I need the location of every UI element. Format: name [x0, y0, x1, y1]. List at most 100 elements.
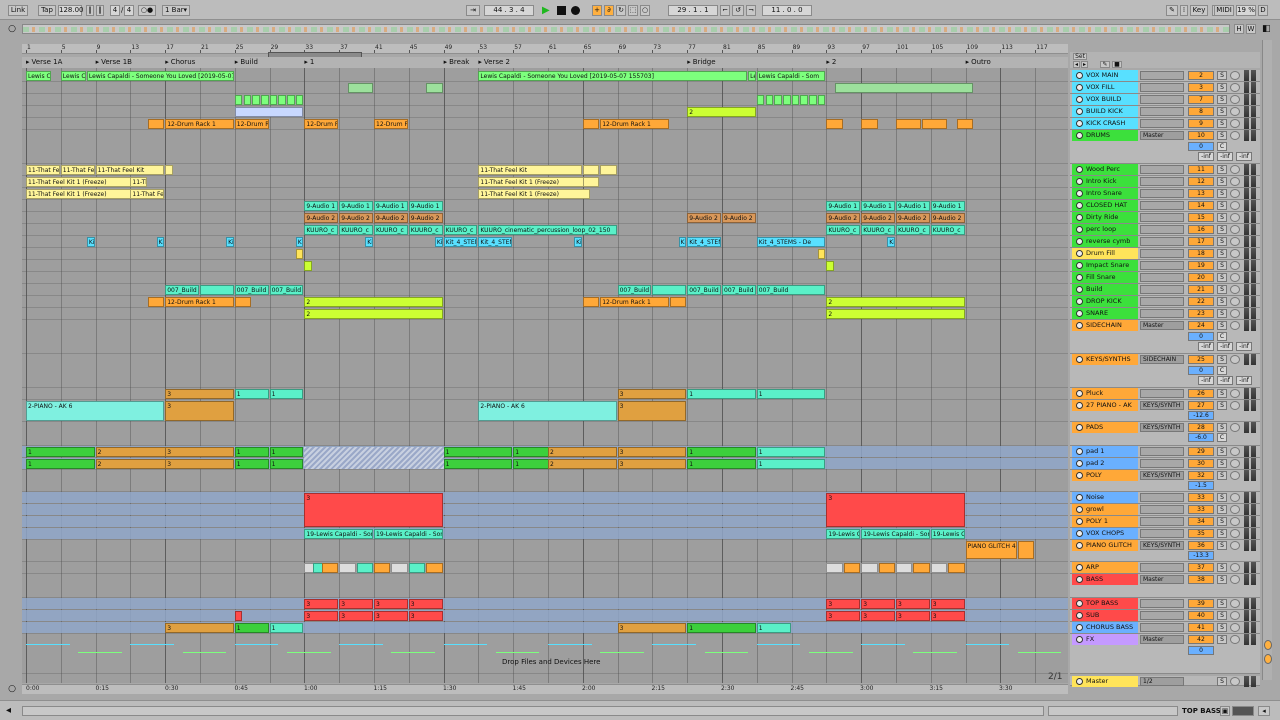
arm-button[interactable]	[1230, 261, 1240, 270]
pan-center-label[interactable]: C	[1217, 366, 1227, 375]
locator-bridge[interactable]: Bridge	[687, 58, 716, 66]
loop-start-field[interactable]: 29 . 1 . 1	[668, 5, 718, 16]
arm-button[interactable]	[1230, 213, 1240, 222]
track-output-routing[interactable]	[1140, 517, 1184, 526]
arrangement-clip[interactable]	[391, 563, 408, 573]
solo-button[interactable]: S	[1217, 249, 1227, 258]
loop-length-field[interactable]: 11 . 0 . 0	[762, 5, 812, 16]
track-header-build-kick[interactable]: BUILD KICK 8 S	[1070, 106, 1260, 118]
track-name[interactable]: 27 PIANO - AK	[1072, 400, 1138, 411]
track-output-routing[interactable]	[1140, 189, 1184, 198]
arrangement-clip[interactable]: 1	[756, 459, 826, 469]
locator-lane[interactable]: Verse 1A Verse 1B Chorus Build 1 Break Verse 2…	[22, 57, 1068, 68]
track-output-routing[interactable]	[1140, 83, 1184, 92]
arrangement-clip[interactable]: 9-Audio 2	[826, 213, 861, 223]
arrangement-clip[interactable]: Kit	[226, 237, 234, 247]
arm-button[interactable]	[1230, 575, 1240, 584]
track-output-routing[interactable]: Master	[1140, 635, 1184, 644]
arrangement-clip[interactable]	[234, 611, 243, 621]
arm-button[interactable]	[1230, 623, 1240, 632]
track-header-pad-1[interactable]: pad 1 29 S	[1070, 446, 1260, 458]
arrangement-clip[interactable]: 9-Audio 1	[374, 201, 408, 211]
track-volume[interactable]: -1.5	[1188, 481, 1214, 490]
track-output-routing[interactable]: SIDECHAIN	[1140, 355, 1184, 364]
tempo-field[interactable]: 128.00	[58, 5, 84, 16]
arrangement-clip[interactable]: 1	[234, 447, 269, 457]
track-name[interactable]: Intro Snare	[1072, 188, 1138, 199]
peak-readout[interactable]: -inf	[1198, 376, 1214, 385]
pan-value[interactable]: 0	[1188, 142, 1214, 151]
pan-value[interactable]: 0	[1188, 646, 1214, 655]
arrangement-clip[interactable]: 3	[339, 611, 373, 621]
arrangement-clip[interactable]	[817, 249, 826, 259]
track-output-routing[interactable]	[1140, 201, 1184, 210]
arrangement-clip[interactable]: 3	[896, 599, 930, 609]
solo-button[interactable]: S	[1217, 599, 1227, 608]
arrangement-clip[interactable]	[165, 165, 173, 175]
arrangement-clip[interactable]: 3	[617, 459, 687, 469]
track-header-dirty-ride[interactable]: Dirty Ride 15 S	[1070, 212, 1260, 224]
solo-button[interactable]: S	[1217, 213, 1227, 222]
arm-button[interactable]	[1230, 189, 1240, 198]
arrangement-clip[interactable]	[826, 261, 835, 271]
arrangement-clip[interactable]: 9-Audio 2	[861, 213, 895, 223]
track-header-noise[interactable]: Noise 33 S	[1070, 492, 1260, 504]
track-name[interactable]: Dirty Ride	[1072, 212, 1138, 223]
track-activator-icon[interactable]	[1076, 564, 1083, 571]
track-activator-icon[interactable]	[1076, 238, 1083, 245]
track-activator-icon[interactable]	[1076, 390, 1083, 397]
arm-button[interactable]	[1230, 611, 1240, 620]
arrangement-clip[interactable]: 11-That Feel Kit 1 (Freeze)	[478, 177, 591, 187]
track-header-build[interactable]: Build 21 S	[1070, 284, 1260, 296]
solo-button[interactable]: S	[1217, 635, 1227, 644]
play-icon[interactable]: ▶	[542, 5, 552, 16]
arrangement-clip[interactable]: Lewis Capaldi - Someone You Loved [2019-…	[478, 71, 748, 81]
track-output-routing[interactable]	[1140, 237, 1184, 246]
arrangement-clip[interactable]: 12-Drum R	[374, 119, 408, 129]
track-output-routing[interactable]	[1140, 285, 1184, 294]
arrangement-clip[interactable]: 007_Build	[722, 285, 756, 295]
track-header-piano-glitch[interactable]: PIANO GLITCH KEYS/SYNTH 36 S	[1070, 540, 1260, 562]
session-record-icon[interactable]: ○	[640, 5, 650, 16]
track-output-routing[interactable]	[1140, 165, 1184, 174]
arrangement-clip[interactable]	[252, 95, 260, 105]
arrangement-clip[interactable]: 3	[861, 599, 895, 609]
track-activator-icon[interactable]	[1076, 518, 1083, 525]
arrangement-clip[interactable]: 19-Lewis Capaldi - Som	[374, 529, 443, 539]
arrangement-clip[interactable]	[339, 563, 356, 573]
track-volume[interactable]: -13.3	[1188, 551, 1214, 560]
track-output-routing[interactable]	[1140, 599, 1184, 608]
arrangement-clip[interactable]: 1	[687, 623, 756, 633]
solo-button[interactable]: S	[1217, 201, 1227, 210]
arm-button[interactable]	[1230, 321, 1240, 330]
solo-button[interactable]: S	[1217, 189, 1227, 198]
arrangement-clip[interactable]: Kit	[434, 237, 443, 247]
arrangement-clip[interactable]: 3	[617, 389, 687, 399]
arm-button[interactable]	[1230, 423, 1240, 432]
song-overview[interactable]	[22, 24, 1230, 34]
arrangement-clip[interactable]: 12-Drum R	[304, 119, 339, 129]
arrangement-clip[interactable]: 9-Audio 1	[896, 201, 930, 211]
overview-width-button[interactable]: W	[1246, 24, 1256, 34]
track-header-fx[interactable]: FX Master 42 S	[1070, 634, 1260, 674]
track-header-drop-kick[interactable]: DROP KICK 22 S	[1070, 296, 1260, 308]
track-name[interactable]: Master	[1072, 676, 1138, 687]
zoom-out-icon[interactable]	[1264, 654, 1272, 664]
arrangement-clip[interactable]	[791, 95, 800, 105]
arrangement-clip[interactable]	[930, 563, 948, 573]
arrangement-clip[interactable]: 007_Build	[687, 285, 721, 295]
arrangement-clip[interactable]: 2	[548, 459, 617, 469]
track-name[interactable]: VOX BUILD	[1072, 94, 1138, 105]
overview-clip-icon[interactable]: ◧	[1262, 24, 1272, 34]
track-header-drum-fill[interactable]: Drum Fill 18 S	[1070, 248, 1260, 260]
locator-break[interactable]: Break	[444, 58, 469, 66]
arrangement-clip[interactable]: Kit	[678, 237, 687, 247]
zoom-in-icon[interactable]	[1264, 640, 1272, 650]
track-activator-icon[interactable]	[1076, 310, 1083, 317]
arrangement-clip[interactable]: 9-Audio 1	[930, 201, 965, 211]
peak-readout[interactable]: -inf	[1198, 152, 1214, 161]
track-header-pads[interactable]: PADS KEYS/SYNTH 28 S	[1070, 422, 1260, 446]
arrangement-clip[interactable]	[826, 119, 843, 129]
track-header-top-bass[interactable]: TOP BASS 39 S	[1070, 598, 1260, 610]
arm-button[interactable]	[1230, 71, 1240, 80]
